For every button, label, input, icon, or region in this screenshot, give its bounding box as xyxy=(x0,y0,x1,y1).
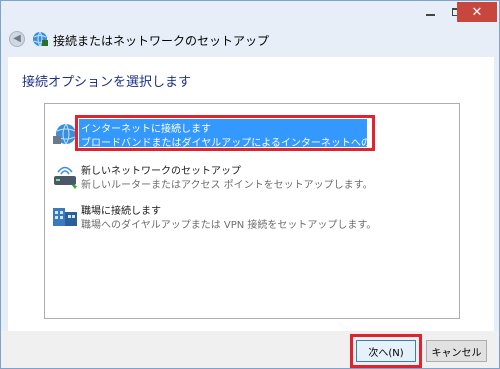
option-workplace[interactable]: 職場に接続します 職場へのダイヤルアップまたは VPN 接続をセットアップします… xyxy=(47,200,457,232)
wizard-title: 接続またはネットワークのセットアップ xyxy=(53,34,270,48)
close-icon: ✕ xyxy=(471,4,483,20)
content-pane: 接続オプションを選択します インターネットに接続します ブロードバンドまたはダイ… xyxy=(8,57,494,331)
option-description: 新しいルーターまたはアクセス ポイントをセットアップします。 xyxy=(81,180,373,191)
close-button[interactable]: ✕ xyxy=(457,2,497,22)
option-description: 職場へのダイヤルアップまたは VPN 接続をセットアップします。 xyxy=(81,220,377,231)
minimize-icon xyxy=(425,14,435,16)
workplace-icon xyxy=(53,208,77,226)
annotation-highlight-box xyxy=(75,115,375,151)
option-internet[interactable]: インターネットに接続します ブロードバンドまたはダイヤルアップによるインターネッ… xyxy=(47,115,460,151)
footer-bar: 次へ(N) キャンセル xyxy=(1,331,499,368)
title-bar: ✕ xyxy=(1,1,499,27)
next-button[interactable]: 次へ(N) xyxy=(356,340,416,362)
option-new-network[interactable]: 新しいネットワークのセットアップ 新しいルーターまたはアクセス ポイントをセット… xyxy=(47,160,457,192)
page-title: 接続オプションを選択します xyxy=(22,75,192,90)
cancel-button[interactable]: キャンセル xyxy=(426,340,487,362)
option-title: 職場に接続します xyxy=(81,206,161,217)
wizard-window: ✕ ◀ 接続またはネットワークのセットアップ 接続オプションを選択します インタ… xyxy=(0,0,500,369)
connection-option-list: インターネットに接続します ブロードバンドまたはダイヤルアップによるインターネッ… xyxy=(44,103,460,319)
router-icon xyxy=(54,166,77,189)
network-setup-icon xyxy=(33,31,48,47)
option-title: 新しいネットワークのセットアップ xyxy=(81,166,241,177)
back-button[interactable]: ◀ xyxy=(9,31,25,47)
back-arrow-icon: ◀ xyxy=(13,33,21,44)
minimize-button[interactable] xyxy=(417,2,443,22)
